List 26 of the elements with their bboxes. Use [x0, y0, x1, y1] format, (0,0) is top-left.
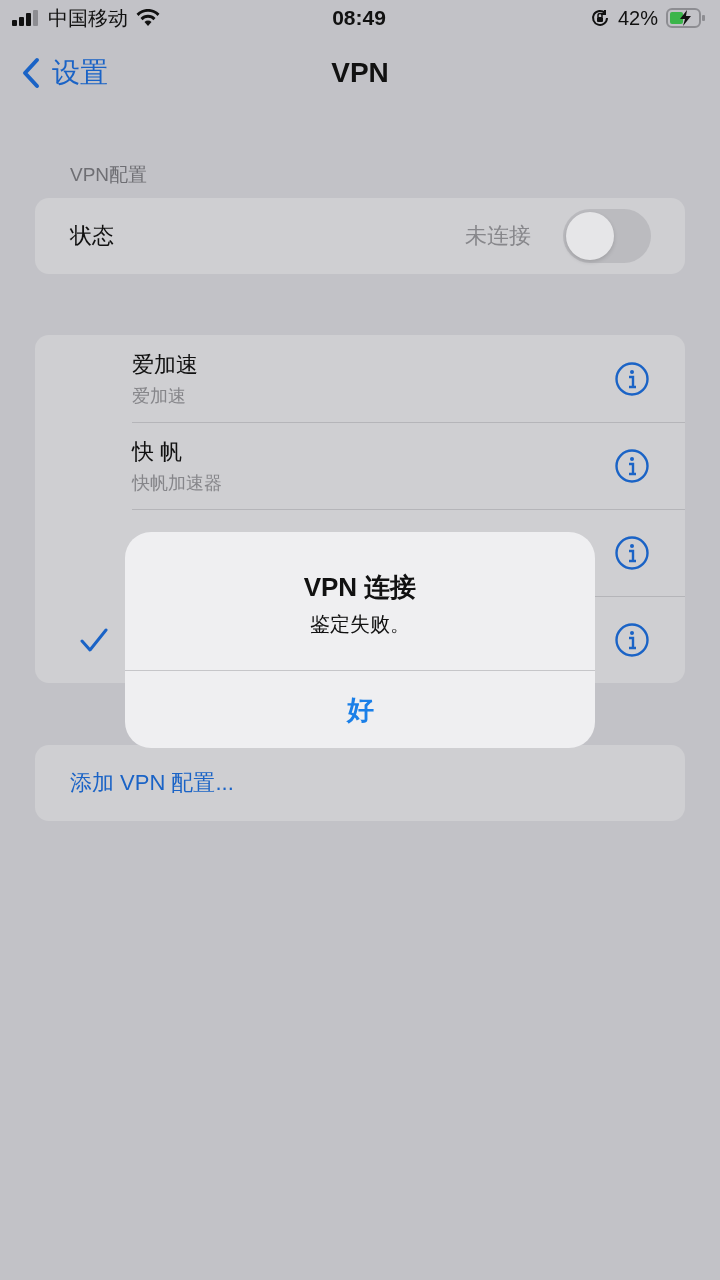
- carrier-name: 中国移动: [48, 5, 128, 31]
- config-name: 爱加速: [132, 350, 199, 379]
- info-button[interactable]: [615, 622, 649, 657]
- section-header: VPN配置: [70, 163, 149, 187]
- battery-percent: 42%: [617, 6, 658, 30]
- info-button[interactable]: [615, 535, 649, 570]
- config-subtitle: 爱加速: [132, 384, 187, 408]
- vpn-toggle[interactable]: [563, 209, 651, 263]
- add-vpn-link[interactable]: 添加 VPN 配置...: [70, 768, 234, 798]
- alert-message: 鉴定失败。: [310, 612, 410, 637]
- ok-button[interactable]: 好: [125, 671, 595, 748]
- info-button[interactable]: [615, 361, 649, 396]
- back-button[interactable]: 设置: [0, 53, 114, 93]
- config-subtitle: 快帆加速器: [132, 471, 223, 495]
- alert-title: VPN 连接: [303, 571, 417, 604]
- status-label: 状态: [70, 222, 115, 250]
- page-title: VPN: [331, 57, 389, 88]
- info-button[interactable]: [615, 448, 649, 483]
- back-chevron-icon: [22, 57, 40, 89]
- wifi-icon: [136, 9, 160, 27]
- signal-icon: [12, 10, 40, 26]
- config-name: 快 帆: [132, 437, 184, 466]
- rotation-lock-icon: [589, 8, 610, 28]
- status-value: 未连接: [465, 222, 531, 250]
- battery-charging-icon: [666, 8, 706, 28]
- status-time: 08:49: [332, 6, 386, 30]
